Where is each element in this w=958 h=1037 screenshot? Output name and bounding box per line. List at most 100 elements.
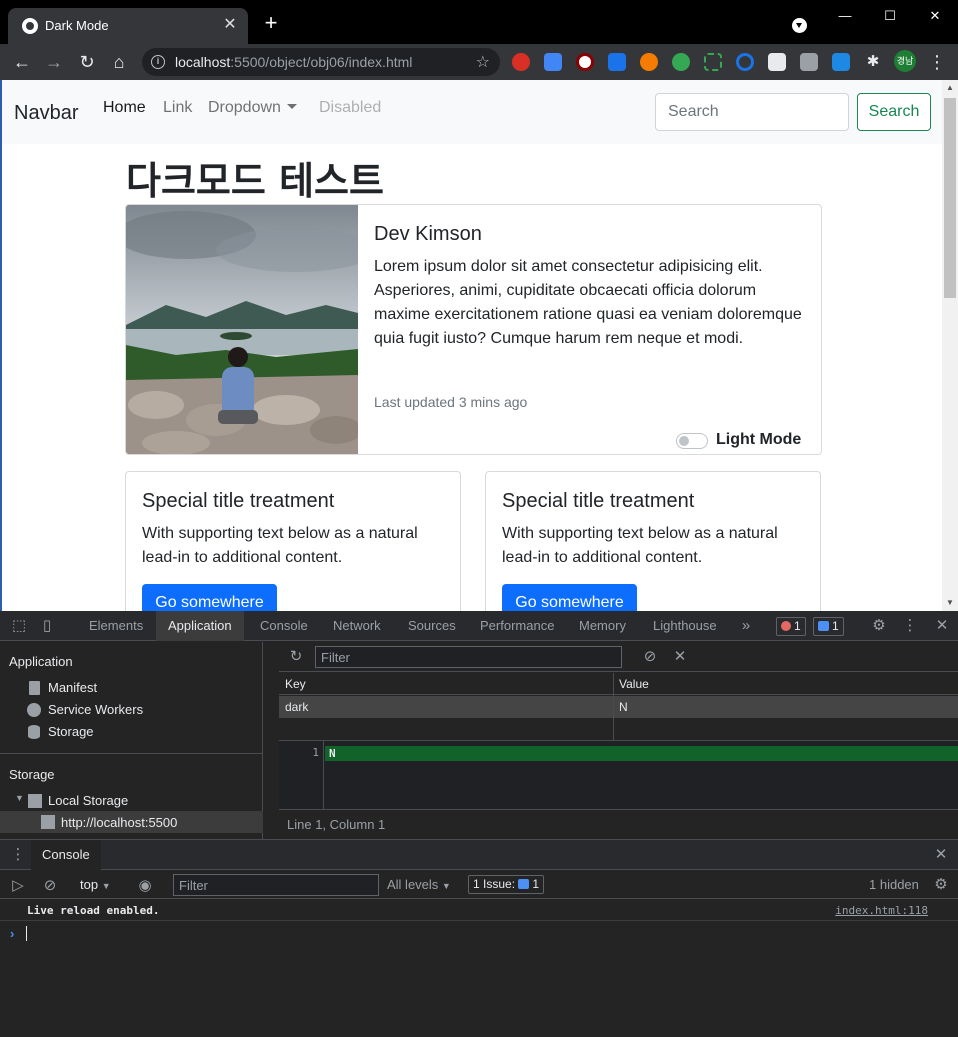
storage-main-pane: ↻ ⊘ ✕ Key Value dark N 1 N Line 1, Colum…	[279, 642, 958, 839]
sidebar-item-service-workers[interactable]: Service Workers	[48, 702, 143, 717]
info-icon[interactable]: i	[151, 55, 165, 69]
maximize-button[interactable]: ☐	[870, 6, 910, 26]
navbar-search-input[interactable]	[655, 93, 849, 131]
table-cell-key[interactable]: dark	[279, 696, 308, 718]
extension-c-icon[interactable]	[736, 53, 754, 71]
feature-card-1: Special title treatment With supporting …	[125, 471, 461, 611]
page-scrollbar[interactable]: ▲ ▼	[942, 80, 958, 611]
file-icon	[29, 681, 40, 695]
device-toolbar-icon[interactable]: ▯	[38, 617, 56, 635]
column-header-value[interactable]: Value	[613, 673, 958, 695]
console-message: Live reload enabled. index.html:118	[0, 899, 958, 921]
bookmark-star-icon[interactable]: ☆	[476, 52, 490, 72]
tab-lighthouse[interactable]: Lighthouse	[653, 611, 717, 641]
tab-performance[interactable]: Performance	[480, 611, 554, 641]
live-expression-eye-icon[interactable]: ◉	[136, 877, 154, 895]
column-header-key[interactable]: Key	[279, 673, 613, 695]
extension-shield-icon[interactable]	[800, 53, 818, 71]
extension-todo-icon[interactable]	[832, 53, 850, 71]
log-levels-selector[interactable]: All levels ▼	[387, 871, 451, 899]
tab-application[interactable]: Application	[156, 611, 244, 641]
forward-icon[interactable]: →	[42, 50, 66, 74]
extension-capture-icon[interactable]	[704, 53, 722, 71]
sidebar-item-storage[interactable]: Storage	[48, 724, 94, 739]
navbar-search-button[interactable]: Search	[857, 93, 931, 131]
refresh-icon[interactable]: ↻	[287, 648, 305, 666]
settings-gear-icon[interactable]: ⚙	[870, 617, 888, 635]
extension-ex-icon[interactable]	[640, 53, 658, 71]
new-tab-button[interactable]: +	[260, 12, 282, 34]
browser-menu-icon[interactable]: ⋮	[928, 52, 946, 72]
profile-card-title: Dev Kimson	[374, 223, 482, 245]
extension-download-icon[interactable]	[608, 53, 626, 71]
dropdown-triangle-icon: ▼	[101, 881, 111, 891]
storage-filter-input[interactable]	[315, 646, 622, 668]
drawer-tab-console[interactable]: Console	[31, 840, 101, 870]
minimize-button[interactable]: —	[825, 6, 865, 26]
tab-console[interactable]: Console	[260, 611, 308, 641]
tab-sources[interactable]: Sources	[408, 611, 456, 641]
close-window-button[interactable]: ✕	[915, 6, 955, 26]
tab-search-icon[interactable]	[792, 18, 807, 33]
more-tabs-icon[interactable]: »	[737, 617, 755, 635]
tab-close-icon[interactable]: ✕	[220, 15, 240, 35]
nav-dropdown[interactable]: Dropdown	[208, 99, 297, 117]
message-count-badge[interactable]: 1	[813, 617, 844, 636]
context-selector[interactable]: top ▼	[80, 871, 111, 899]
navbar-brand[interactable]: Navbar	[14, 102, 78, 125]
sidebar-toggle-icon[interactable]: ▷	[9, 877, 27, 895]
error-icon	[781, 621, 791, 631]
extension-stop-icon[interactable]	[512, 53, 530, 71]
scroll-down-icon[interactable]: ▼	[946, 599, 954, 607]
extensions-puzzle-icon[interactable]: ✱	[864, 53, 882, 71]
sidebar-item-local-storage[interactable]: Local Storage	[48, 793, 128, 808]
issues-badge[interactable]: 1 Issue: 1	[468, 875, 545, 894]
drawer-menu-icon[interactable]: ⋮	[9, 846, 27, 864]
extension-ublock-icon[interactable]	[576, 53, 594, 71]
close-drawer-icon[interactable]: ✕	[932, 846, 950, 864]
preview-line[interactable]: N	[325, 746, 958, 761]
profile-avatar[interactable]: 경남	[894, 50, 916, 72]
console-settings-gear-icon[interactable]: ⚙	[932, 876, 950, 894]
clear-console-icon[interactable]: ⊘	[41, 877, 59, 895]
error-count-badge[interactable]: 1	[776, 617, 806, 636]
tab-elements[interactable]: Elements	[89, 611, 143, 641]
nav-link-home[interactable]: Home	[103, 99, 146, 117]
address-bar[interactable]: i localhost:5500/object/obj06/index.html…	[142, 48, 500, 76]
tab-network[interactable]: Network	[333, 611, 381, 641]
go-somewhere-button[interactable]: Go somewhere	[142, 584, 277, 611]
console-prompt-icon: ›	[10, 926, 15, 941]
console-message-source-link[interactable]: index.html:118	[835, 904, 928, 917]
devtools-menu-icon[interactable]: ⋮	[901, 617, 919, 635]
console-input-cursor[interactable]	[26, 926, 27, 941]
tab-memory[interactable]: Memory	[579, 611, 626, 641]
browser-tab[interactable]: Dark Mode ✕	[8, 8, 248, 44]
navbar: Navbar Home Link Dropdown Disabled Searc…	[2, 80, 944, 144]
sidebar-item-manifest[interactable]: Manifest	[48, 680, 97, 695]
dark-mode-switch[interactable]	[676, 433, 708, 449]
sidebar-item-origin[interactable]: http://localhost:5500	[61, 815, 177, 830]
line-number: 1	[312, 746, 319, 759]
delete-selected-icon[interactable]: ✕	[671, 648, 689, 666]
clear-all-icon[interactable]: ⊘	[641, 648, 659, 666]
message-icon	[518, 879, 530, 889]
expand-triangle-icon[interactable]: ▼	[15, 793, 24, 803]
extension-translate-icon[interactable]	[544, 53, 562, 71]
table-grid-icon	[41, 815, 55, 829]
go-somewhere-button[interactable]: Go somewhere	[502, 584, 637, 611]
back-icon[interactable]: ←	[10, 50, 34, 74]
inspect-element-icon[interactable]: ⬚	[10, 617, 28, 635]
console-message-text: Live reload enabled.	[27, 904, 160, 917]
home-icon[interactable]: ⌂	[107, 50, 131, 74]
scrollbar-thumb[interactable]	[944, 98, 956, 298]
close-devtools-icon[interactable]: ✕	[933, 617, 951, 635]
reload-icon[interactable]: ↻	[75, 50, 99, 74]
scroll-up-icon[interactable]: ▲	[946, 84, 954, 92]
extension-check-icon[interactable]	[672, 53, 690, 71]
nav-link-link[interactable]: Link	[163, 99, 192, 117]
extension-mail-icon[interactable]	[768, 53, 786, 71]
dark-mode-switch-label[interactable]: Light Mode	[716, 431, 801, 449]
console-filter-input[interactable]	[173, 874, 379, 896]
table-cell-value[interactable]: N	[613, 696, 628, 718]
address-url: localhost:5500/object/obj06/index.html	[175, 54, 413, 70]
